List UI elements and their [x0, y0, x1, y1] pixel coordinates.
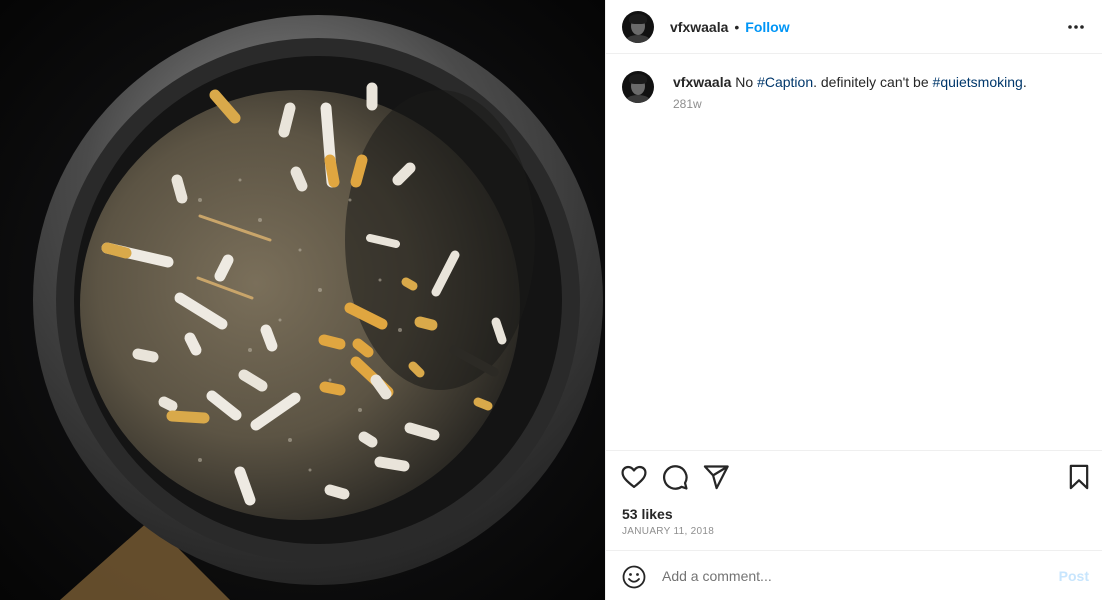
avatar[interactable] [622, 10, 654, 43]
hashtag-link[interactable]: #quietsmoking [933, 74, 1023, 90]
post-header: vfxwaala • Follow [606, 0, 1102, 54]
caption-avatar[interactable] [622, 71, 654, 103]
comment-bar: Post [606, 550, 1102, 600]
caption-body: vfxwaala No #Caption. definitely can't b… [673, 73, 1027, 111]
comment-input[interactable] [662, 564, 1042, 588]
follow-button[interactable]: Follow [745, 19, 789, 35]
post-comment-button[interactable]: Post [1059, 568, 1089, 584]
hashtag-link[interactable]: #Caption [757, 74, 813, 90]
caption-segment: . definitely can't be [813, 74, 933, 90]
caption-username[interactable]: vfxwaala [673, 74, 731, 90]
post-side-panel: vfxwaala • Follow vfxwaala No #Caption. … [605, 0, 1102, 600]
action-bar [606, 450, 1102, 500]
smiley-icon[interactable] [622, 565, 646, 589]
caption-segment: . [1022, 74, 1027, 90]
post-photo [0, 0, 605, 600]
username-link[interactable]: vfxwaala [670, 19, 728, 35]
bookmark-icon[interactable] [1065, 463, 1093, 491]
separator-dot: • [734, 18, 740, 35]
caption-segment: No [735, 74, 758, 90]
caption-timestamp[interactable]: 281w [673, 97, 1027, 111]
heart-icon[interactable] [620, 463, 648, 491]
caption: vfxwaala No #Caption. definitely can't b… [622, 71, 1087, 111]
comment-icon[interactable] [661, 463, 689, 491]
likes-count[interactable]: 53 likes [622, 506, 673, 522]
more-options-icon[interactable] [1063, 14, 1089, 40]
ashtray-photo [0, 0, 605, 600]
caption-text: vfxwaala No #Caption. definitely can't b… [673, 73, 1027, 91]
post-date[interactable]: JANUARY 11, 2018 [622, 526, 714, 537]
paper-plane-icon[interactable] [702, 463, 730, 491]
